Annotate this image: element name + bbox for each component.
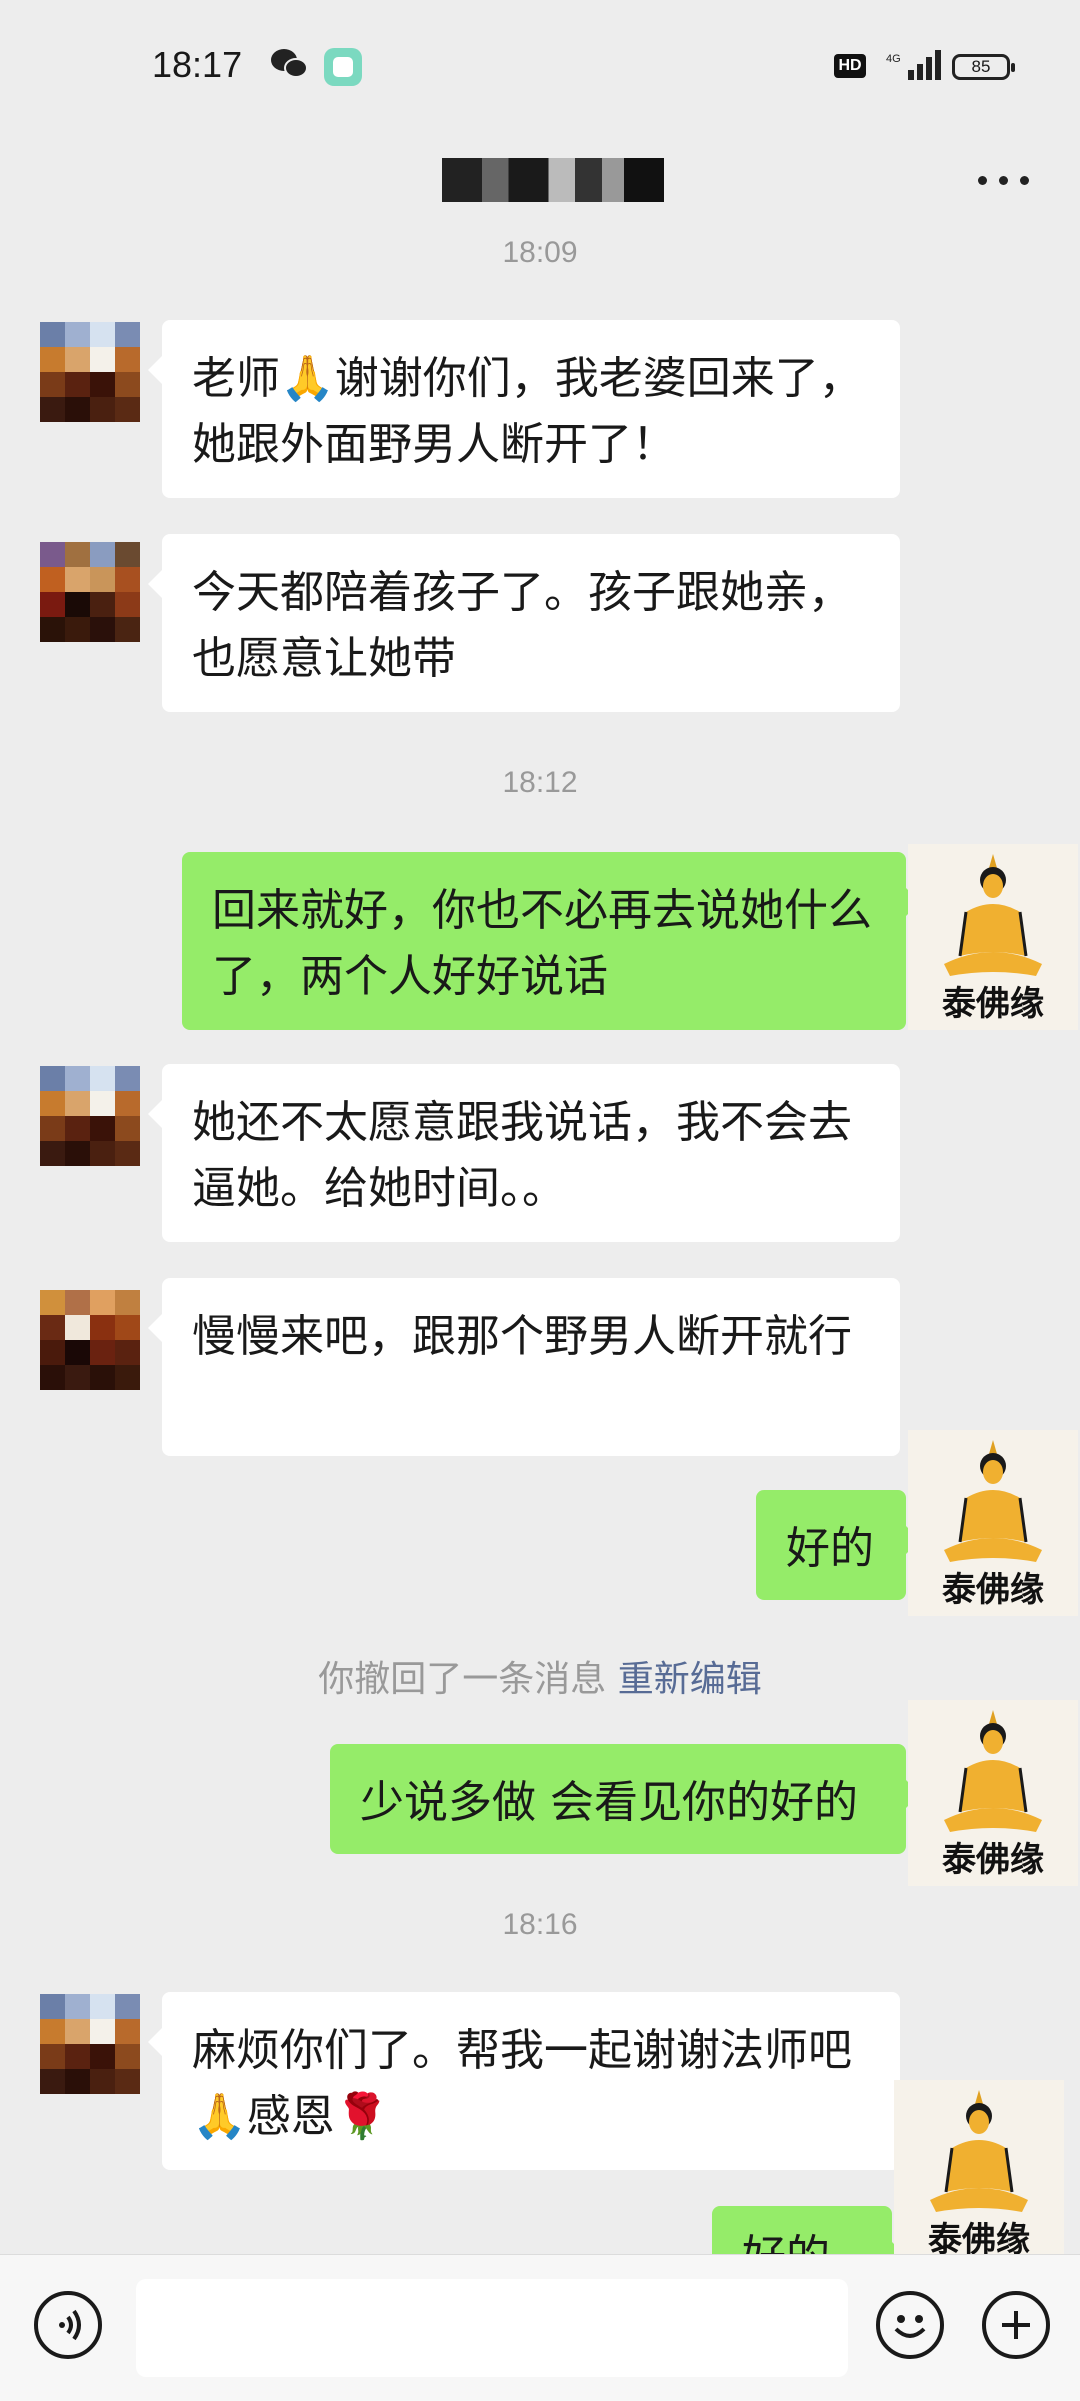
svg-text:4G: 4G <box>886 53 901 65</box>
hd-icon: HD <box>834 54 866 78</box>
avatar-caption: 泰佛缘 <box>942 984 1044 1024</box>
chat-header <box>0 136 1080 240</box>
buddha-icon <box>944 1440 1042 1562</box>
re-edit-link[interactable]: 重新编辑 <box>618 1659 762 1700</box>
self-avatar[interactable]: 泰佛缘 <box>894 2080 1064 2254</box>
battery-icon: 85 <box>952 54 1015 80</box>
contact-name-pixelated <box>442 158 664 202</box>
message-bubble-incoming[interactable]: 她还不太愿意跟我说话，我不会去逼她。给她时间。。 <box>148 1064 900 1242</box>
avatar-caption: 泰佛缘 <box>928 2220 1030 2254</box>
self-avatar[interactable]: 泰佛缘 <box>908 1430 1078 1616</box>
avatar-caption: 泰佛缘 <box>942 1570 1044 1610</box>
self-avatar[interactable]: 泰佛缘 <box>908 1700 1078 1886</box>
contact-avatar[interactable] <box>40 1994 140 2094</box>
message-bubble-outgoing[interactable]: 少说多做 会看见你的好的 <box>330 1744 920 1854</box>
message-bubble-outgoing[interactable]: 好的 <box>756 1490 920 1600</box>
timestamp: 18:12 <box>502 766 578 799</box>
status-bar: 18:17 HD 4G 85 <box>0 0 1080 136</box>
avatar-caption: 泰佛缘 <box>942 1840 1044 1880</box>
status-time: 18:17 <box>152 44 243 85</box>
message-bubble-outgoing[interactable]: 好的👌 <box>712 2206 906 2254</box>
contact-avatar[interactable] <box>40 542 140 642</box>
contact-avatar[interactable] <box>40 1290 140 1390</box>
message-bubble-incoming[interactable]: 慢慢来吧，跟那个野男人断开就行 <box>148 1278 900 1456</box>
message-bubble-outgoing[interactable]: 回来就好，你也不必再去说她什么了，两个人好好说话 <box>182 852 920 1030</box>
buddha-icon <box>944 1710 1042 1832</box>
buddha-icon <box>944 854 1042 976</box>
emoji-icon[interactable] <box>876 2291 944 2359</box>
contact-avatar[interactable] <box>40 322 140 422</box>
self-avatar[interactable]: 泰佛缘 <box>908 844 1078 1030</box>
contact-avatar[interactable] <box>40 1066 140 1166</box>
timestamp: 18:09 <box>502 236 578 269</box>
timestamp: 18:16 <box>502 1908 578 1941</box>
voice-icon[interactable] <box>34 2291 102 2359</box>
app-notification-icon <box>324 48 362 86</box>
message-input[interactable] <box>136 2279 848 2377</box>
message-bubble-incoming[interactable]: 麻烦你们了。帮我一起谢谢法师吧🙏感恩🌹 <box>148 1992 900 2170</box>
buddha-icon <box>930 2090 1028 2212</box>
message-bubble-incoming[interactable]: 老师🙏谢谢你们，我老婆回来了，她跟外面野男人断开了！ <box>148 320 900 498</box>
wechat-icon <box>271 49 308 78</box>
recall-text: 你撤回了一条消息 <box>318 1659 607 1700</box>
signal-icon: 4G <box>886 50 941 80</box>
plus-icon[interactable] <box>982 2291 1050 2359</box>
message-bubble-incoming[interactable]: 今天都陪着孩子了。孩子跟她亲，也愿意让她带 <box>148 534 900 712</box>
input-bar <box>0 2254 1080 2401</box>
recall-notice: 你撤回了一条消息 重新编辑 <box>0 1650 1080 1702</box>
more-icon[interactable] <box>978 174 1030 188</box>
